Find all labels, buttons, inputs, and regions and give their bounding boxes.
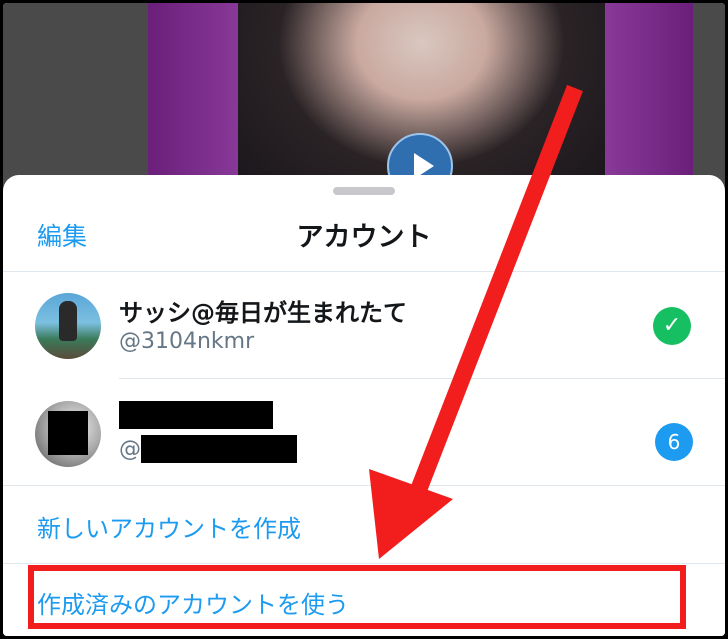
- sheet-title: アカウント: [296, 222, 432, 253]
- annotation-highlight-box: [28, 565, 686, 629]
- avatar: [35, 293, 101, 359]
- divider: [3, 485, 725, 486]
- account-handle: @: [119, 437, 141, 462]
- video-preview[interactable]: [3, 3, 725, 203]
- redaction-block: [48, 411, 88, 455]
- account-row-primary[interactable]: サッシ@毎日が生まれたて @3104nkmr ✓: [3, 275, 725, 381]
- create-account-button[interactable]: 新しいアカウントを作成: [37, 509, 301, 544]
- checkmark-icon: ✓: [653, 307, 691, 345]
- divider: [119, 378, 725, 379]
- account-name: サッシ@毎日が生まれたて: [119, 299, 407, 327]
- divider: [3, 563, 725, 564]
- account-row-secondary[interactable]: @ 6: [3, 383, 725, 489]
- redaction-block: [141, 435, 297, 463]
- sheet-header: 編集 アカウント: [3, 205, 725, 265]
- sheet-grabber-handle[interactable]: [333, 187, 395, 195]
- redaction-block: [119, 401, 273, 429]
- screenshot-frame: 編集 アカウント サッシ@毎日が生まれたて @3104nkmr ✓ @ 6 新し…: [3, 3, 725, 636]
- account-handle: @3104nkmr: [119, 329, 255, 354]
- divider: [3, 271, 725, 272]
- notification-count-badge: 6: [655, 423, 693, 461]
